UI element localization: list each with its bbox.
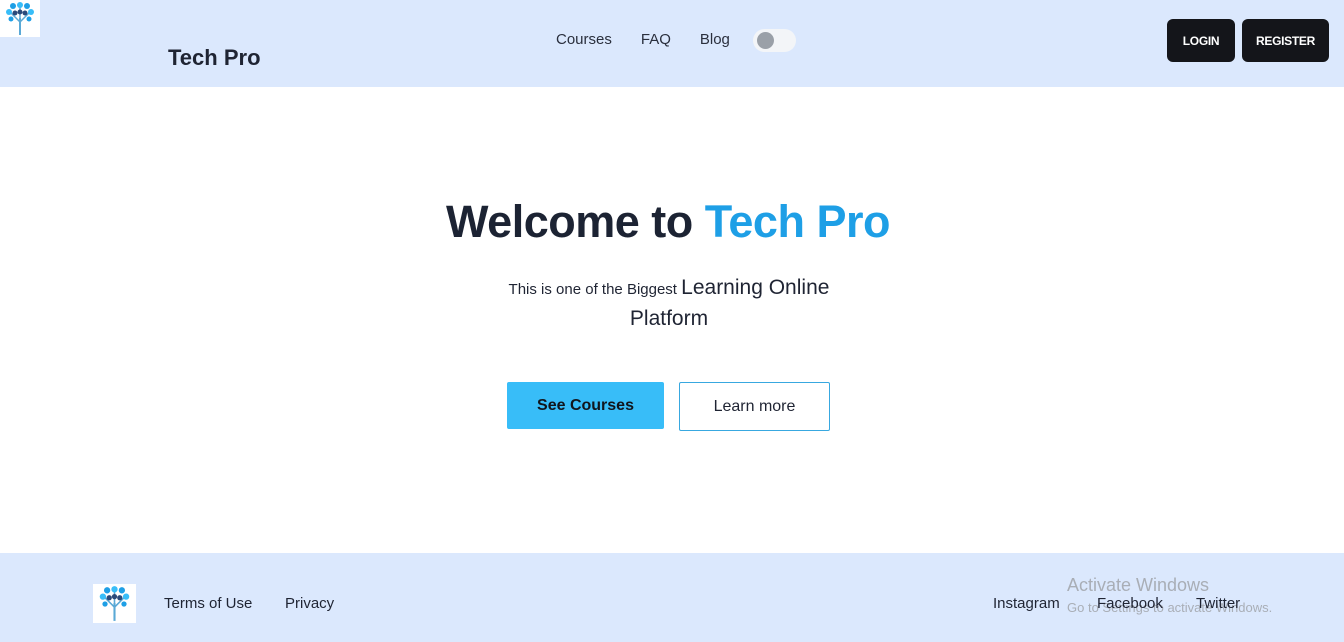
learn-more-button[interactable]: Learn more [679, 382, 830, 431]
nav-item-courses[interactable]: Courses [556, 31, 612, 49]
footer-link-instagram[interactable]: Instagram [993, 595, 1060, 612]
nav-item-faq[interactable]: FAQ [641, 31, 671, 49]
site-header: Tech Pro Courses FAQ Blog LOGIN REGISTER [0, 0, 1344, 87]
register-button[interactable]: REGISTER [1242, 19, 1329, 62]
footer-link-privacy[interactable]: Privacy [285, 595, 334, 612]
theme-toggle[interactable] [753, 29, 796, 52]
brand-name[interactable]: Tech Pro [168, 45, 261, 71]
see-courses-button[interactable]: See Courses [507, 382, 664, 429]
hero-subtitle-small: This is one of the Biggest [508, 281, 682, 298]
hero-subtitle: This is one of the Biggest Learning Onli… [470, 273, 868, 335]
footer-logo-icon[interactable] [93, 584, 136, 623]
windows-activation-watermark-title: Activate Windows [1067, 575, 1210, 595]
tree-network-logo-icon[interactable] [0, 0, 40, 37]
site-footer: Terms of Use Privacy Activate Windows Go… [0, 553, 1344, 642]
footer-link-facebook[interactable]: Facebook [1097, 595, 1163, 612]
main-nav: Courses FAQ Blog [556, 31, 759, 49]
toggle-knob [757, 32, 774, 49]
footer-link-twitter[interactable]: Twitter [1196, 595, 1240, 612]
login-button[interactable]: LOGIN [1167, 19, 1235, 62]
hero-title-accent: Tech Pro [704, 196, 891, 247]
nav-item-blog[interactable]: Blog [700, 31, 730, 49]
hero-title-prefix: Welcome to [446, 196, 705, 247]
footer-link-terms[interactable]: Terms of Use [164, 595, 252, 612]
hero-title: Welcome to Tech Pro [0, 196, 1336, 248]
